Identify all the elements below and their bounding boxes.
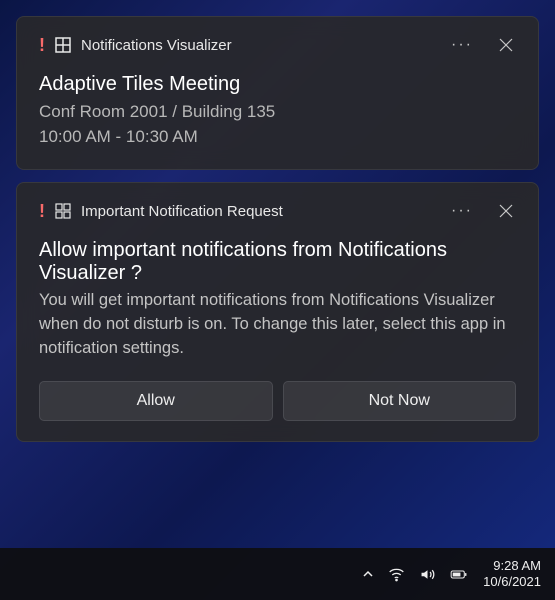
close-button[interactable] bbox=[496, 201, 516, 221]
toast-permission-request[interactable]: ! Important Notification Request ··· bbox=[16, 182, 539, 442]
system-tray bbox=[362, 566, 467, 583]
toast-body: You will get important notifications fro… bbox=[39, 289, 516, 361]
app-name: Notifications Visualizer bbox=[81, 37, 442, 54]
allow-button[interactable]: Allow bbox=[39, 381, 273, 421]
volume-button[interactable] bbox=[419, 566, 436, 583]
important-indicator-icon: ! bbox=[39, 36, 45, 54]
battery-button[interactable] bbox=[450, 566, 467, 583]
ellipsis-icon: ··· bbox=[451, 203, 473, 219]
action-button-row: Allow Not Now bbox=[39, 381, 516, 421]
toast-title: Allow important notifications from Notif… bbox=[39, 239, 516, 285]
taskbar-time: 9:28 AM bbox=[483, 558, 541, 574]
clock-button[interactable]: 9:28 AM 10/6/2021 bbox=[483, 558, 541, 591]
toast-header: ! Notifications Visualizer ··· bbox=[39, 35, 516, 55]
app-name: Important Notification Request bbox=[81, 203, 442, 220]
wifi-icon bbox=[388, 566, 405, 583]
ellipsis-icon: ··· bbox=[451, 37, 473, 53]
toast-header-actions: ··· bbox=[452, 201, 516, 221]
toast-time: 10:00 AM - 10:30 AM bbox=[39, 125, 516, 150]
more-options-button[interactable]: ··· bbox=[452, 201, 472, 221]
notifications-area: ! Notifications Visualizer ··· Adaptive … bbox=[0, 0, 555, 458]
toast-header: ! Important Notification Request ··· bbox=[39, 201, 516, 221]
chevron-up-icon bbox=[362, 568, 374, 580]
tiles-icon bbox=[55, 37, 71, 53]
not-now-button[interactable]: Not Now bbox=[283, 381, 517, 421]
toast-title: Adaptive Tiles Meeting bbox=[39, 73, 516, 96]
show-hidden-icons-button[interactable] bbox=[362, 568, 374, 580]
important-indicator-icon: ! bbox=[39, 202, 45, 220]
battery-icon bbox=[450, 566, 467, 583]
toast-location: Conf Room 2001 / Building 135 bbox=[39, 100, 516, 125]
taskbar-date: 10/6/2021 bbox=[483, 574, 541, 590]
more-options-button[interactable]: ··· bbox=[452, 35, 472, 55]
close-icon bbox=[499, 204, 513, 218]
tiles-outline-icon bbox=[55, 203, 71, 219]
taskbar: 9:28 AM 10/6/2021 bbox=[0, 548, 555, 600]
speaker-icon bbox=[419, 566, 436, 583]
toast-meeting[interactable]: ! Notifications Visualizer ··· Adaptive … bbox=[16, 16, 539, 170]
toast-header-actions: ··· bbox=[452, 35, 516, 55]
close-icon bbox=[499, 38, 513, 52]
close-button[interactable] bbox=[496, 35, 516, 55]
wifi-button[interactable] bbox=[388, 566, 405, 583]
